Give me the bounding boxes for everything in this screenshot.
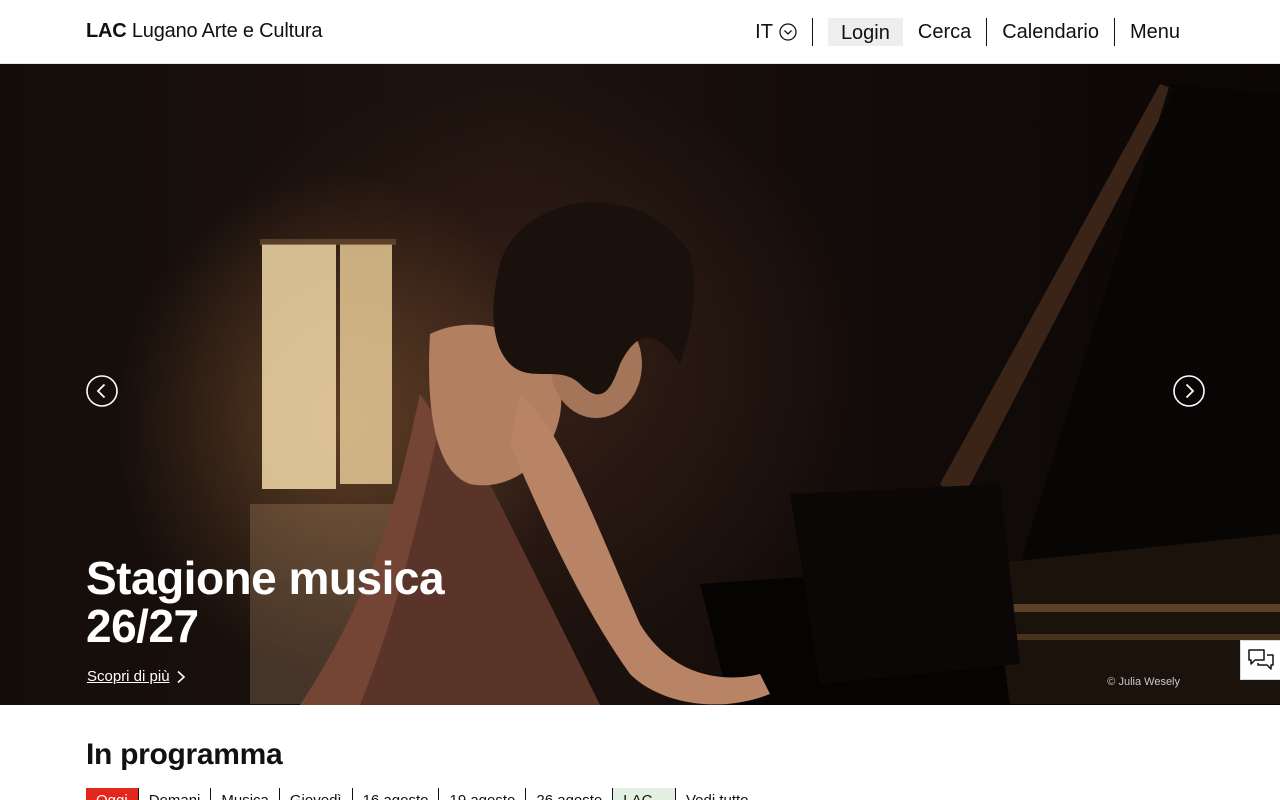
chevron-down-circle-icon — [779, 23, 797, 41]
chevron-right-circle-icon — [1173, 375, 1205, 407]
carousel-next-button[interactable] — [1173, 375, 1205, 407]
filter-date-2[interactable]: 19 agosto — [439, 788, 527, 800]
hero-title-line1: Stagione musica — [86, 552, 445, 604]
filter-music[interactable]: Musica — [211, 788, 280, 800]
filter-thursday[interactable]: Giovedì — [280, 788, 353, 800]
calendar-link[interactable]: Calendario — [987, 18, 1115, 46]
chevron-left-circle-icon — [86, 375, 118, 407]
filter-today[interactable]: Oggi — [86, 788, 139, 800]
filter-lac[interactable]: LAC... — [613, 788, 676, 800]
programme-title: In programma — [86, 738, 283, 771]
chat-button[interactable] — [1240, 640, 1280, 680]
brand-short: LAC — [86, 20, 127, 42]
filter-date-1[interactable]: 16 agosto — [353, 788, 440, 800]
filter-see-all[interactable]: Vedi tutto — [676, 788, 759, 800]
programme-filters: Oggi Domani Musica Giovedì 16 agosto 19 … — [86, 788, 759, 800]
photo-credit: © Julia Wesely — [1107, 676, 1180, 688]
menu-button[interactable]: Menu — [1115, 18, 1180, 46]
brand-full: Lugano Arte e Cultura — [131, 20, 323, 42]
hero-title: Stagione musica 26/27 — [86, 552, 445, 652]
chevron-right-icon — [177, 670, 185, 683]
language-label: IT — [755, 20, 773, 43]
discover-more-link[interactable]: Scopri di più — [87, 668, 186, 685]
chat-bubbles-icon — [1247, 649, 1274, 670]
filter-tomorrow[interactable]: Domani — [139, 788, 212, 800]
language-selector[interactable]: IT — [755, 18, 813, 46]
site-logo[interactable]: LAC Lugano Arte e Cultura — [86, 20, 322, 43]
carousel-prev-button[interactable] — [86, 375, 118, 407]
discover-more-label: Scopri di più — [87, 668, 170, 685]
hero-title-line2: 26/27 — [86, 600, 199, 652]
hero-carousel: Stagione musica 26/27 Scopri di più © Ju… — [0, 64, 1280, 705]
filter-date-3[interactable]: 26 agosto — [526, 788, 614, 800]
main-nav: IT Login Cerca Calendario Menu — [755, 17, 1180, 47]
search-link[interactable]: Cerca — [903, 18, 988, 46]
login-button[interactable]: Login — [827, 18, 903, 46]
site-header: LAC Lugano Arte e Cultura IT Login Cerca… — [0, 0, 1280, 64]
